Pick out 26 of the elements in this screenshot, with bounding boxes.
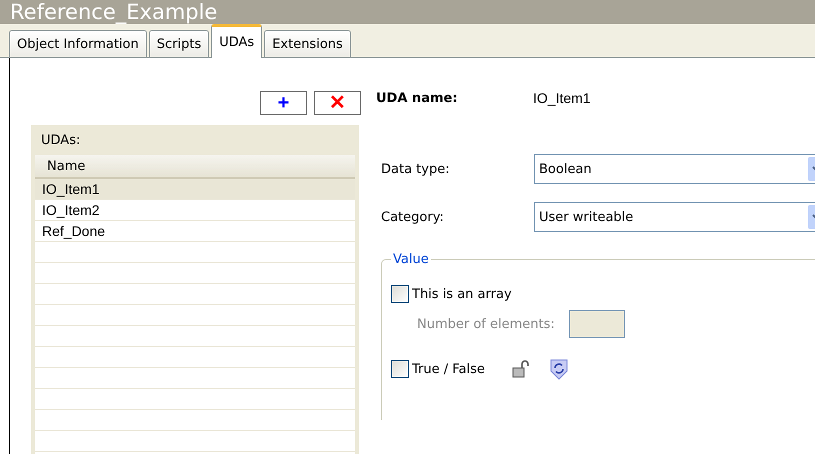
refresh-shield-icon[interactable] [548,358,569,380]
uda-name-value: IO_Item1 [533,90,591,106]
padlock-icon[interactable] [510,359,531,379]
tab[interactable]: Extensions [264,30,351,57]
checkbox-square[interactable] [391,360,409,378]
group-title: Value [392,252,430,267]
tab[interactable]: Object Information [9,30,147,57]
checkbox-square[interactable] [391,285,409,303]
checkbox-label: This is an array [412,286,512,302]
checkbox[interactable]: This is an array [391,285,815,303]
checkbox[interactable]: True / False [391,360,485,378]
elements-label: Number of elements: [417,316,555,332]
uda-name-label: UDA name: [376,90,459,106]
window-title: Reference_Example [0,0,815,24]
delete-button[interactable]: ✕ [314,91,361,115]
tab[interactable]: Scripts [148,30,210,57]
data-type-label: Data type: [381,162,451,176]
list-row[interactable]: IO_Item1 [35,179,355,200]
category-dropdown[interactable]: User writeable [534,202,815,232]
tab[interactable]: UDAs [211,24,262,58]
checkbox-label: True / False [412,362,485,376]
column-header[interactable]: Name [35,155,355,179]
add-button[interactable]: + [260,91,307,115]
data-type-dropdown[interactable]: Boolean [534,154,815,184]
list-label: UDAs: [40,132,82,150]
category-label: Category: [381,210,445,224]
